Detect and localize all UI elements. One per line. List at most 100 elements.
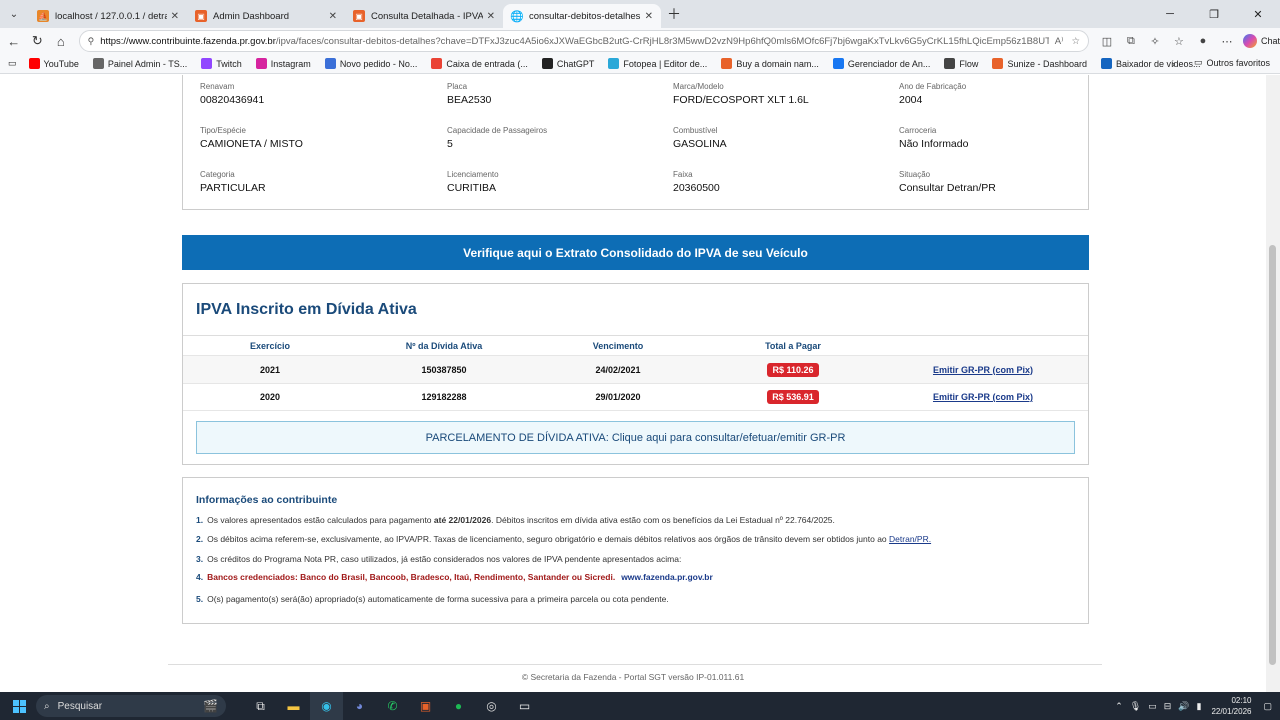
window-controls: ─ ❐ ✕	[1148, 0, 1280, 28]
cell-vencimento: 24/02/2021	[595, 364, 641, 375]
back-icon[interactable]: ←	[2, 34, 26, 49]
bookmarks-overflow-icon[interactable]: ›	[1172, 59, 1175, 69]
favorites-icon[interactable]: ☆	[1167, 35, 1191, 48]
chrome-icon[interactable]: ◎	[475, 692, 508, 720]
tab-title: Admin Dashboard	[213, 10, 290, 22]
bookmark-item[interactable]: Twitch	[201, 58, 242, 69]
bookmark-item[interactable]: Instagram	[255, 58, 311, 69]
new-tab-button[interactable]: ＋	[667, 4, 681, 24]
other-favorites[interactable]: ▭ Outros favoritos	[1194, 57, 1270, 68]
collections-icon[interactable]: ✧	[1143, 35, 1167, 48]
bookmark-item[interactable]: Buy a domain nam...	[721, 58, 819, 69]
bookmark-favicon-icon	[28, 58, 40, 69]
close-icon[interactable]: ✕	[329, 11, 337, 22]
detran-link[interactable]: Detran/PR.	[889, 534, 931, 544]
bookmark-favicon-icon	[1100, 58, 1112, 69]
bookmark-item[interactable]: Novo pedido - No...	[324, 58, 417, 69]
volume-icon[interactable]: 🔊	[1178, 701, 1189, 712]
close-icon[interactable]: ✕	[171, 11, 179, 22]
search-highlight-icon: 🎬	[203, 699, 218, 713]
tray-overflow-icon[interactable]: ⌃	[1115, 701, 1123, 712]
tab-admin-dashboard[interactable]: ▣ Admin Dashboard ✕	[187, 4, 345, 28]
more-menu-icon[interactable]: ⋯	[1215, 35, 1239, 48]
bookmark-item[interactable]: ChatGPT	[541, 58, 594, 69]
scrollbar-thumb[interactable]	[1269, 245, 1276, 665]
emitir-gr-pr-link[interactable]: Emitir GR-PR (com Pix)	[933, 365, 1033, 375]
close-icon[interactable]: ✕	[645, 11, 653, 22]
info-item-2: 2. Os débitos acima referem-se, exclusiva…	[196, 534, 932, 544]
minimize-icon[interactable]: ─	[1148, 8, 1192, 20]
cell-exercicio: 2021	[259, 364, 281, 375]
bookmark-item[interactable]: Caixa de entrada (...	[431, 58, 528, 69]
tab-consultar-debitos[interactable]: 🌐 consultar-debitos-detalhes.jsf ✕	[503, 4, 661, 28]
tab-title: Consulta Detalhada - IPVA	[371, 10, 483, 22]
info-text: Os créditos do Programa Nota PR, caso ut…	[207, 554, 682, 564]
clock-date: 22/01/2026	[1211, 707, 1252, 716]
emitir-gr-pr-link[interactable]: Emitir GR-PR (com Pix)	[933, 392, 1033, 402]
bookmark-favicon-icon	[721, 58, 733, 69]
xampp-icon[interactable]: ▣	[409, 692, 442, 720]
bookmark-item[interactable]: Flow	[944, 58, 978, 69]
profile-avatar-icon[interactable]: ●	[1191, 35, 1215, 47]
tab-localhost[interactable]: ⛵ localhost / 127.0.0.1 / detran_pr / ✕	[29, 4, 187, 28]
extrato-consolidado-button[interactable]: Verifique aqui o Extrato Consolidado do …	[182, 235, 1089, 270]
notification-icon[interactable]: ▢	[1263, 701, 1272, 712]
bookmark-item[interactable]: Fotopea | Editor de...	[608, 58, 707, 69]
vehicle-details-card: Renavam 00820436941 Placa BEA2530 Marca/Mode…	[182, 75, 1089, 210]
extensions-icon[interactable]: ⧉	[1119, 35, 1143, 48]
tab-list-chevron-icon[interactable]: ⌄	[3, 3, 25, 25]
field-value: GASOLINA	[673, 138, 727, 150]
copilot-chat-button[interactable]: Chat	[1242, 34, 1280, 48]
page-scrollbar[interactable]	[1266, 75, 1280, 692]
info-item-3: 3. Os créditos do Programa Nota PR, caso …	[196, 554, 682, 564]
task-view-icon[interactable]: ⧉	[244, 692, 277, 720]
table-header: Exercício Nº da Dívida Ativa Vencimento …	[183, 335, 1088, 355]
tab-consulta-detalhada[interactable]: ▣ Consulta Detalhada - IPVA ✕	[345, 4, 503, 28]
terminal-icon[interactable]: ▭	[508, 692, 541, 720]
discord-icon[interactable]: ◕	[343, 692, 376, 720]
bookmark-item[interactable]: Painel Admin - TS...	[92, 58, 188, 69]
copilot-icon	[1242, 34, 1257, 48]
read-aloud-icon[interactable]: A⁾	[1055, 36, 1064, 47]
bookmark-item[interactable]: Gerenciador de An...	[832, 58, 930, 69]
parcelamento-button[interactable]: PARCELAMENTO DE DÍVIDA ATIVA: Clique aqu…	[196, 421, 1075, 454]
page-content: Renavam 00820436941 Placa BEA2530 Marca/Mode…	[0, 75, 1266, 692]
bookmark-item[interactable]: YouTube	[28, 58, 79, 69]
edge-icon[interactable]: ◉	[310, 692, 343, 720]
taskbar-apps: ⧉ ▬ ◉ ◕ ✆ ▣ ● ◎ ▭	[244, 692, 541, 720]
clock[interactable]: 02:10 22/01/2026	[1211, 695, 1251, 717]
display-icon[interactable]: ▭	[1148, 701, 1157, 712]
url-path: /ipva/faces/consultar-debitos-detalhes?c…	[275, 35, 1049, 47]
home-icon[interactable]: ⌂	[49, 34, 73, 49]
bookmark-favicon-icon	[832, 58, 844, 69]
bookmark-label: Painel Admin - TS...	[107, 58, 188, 69]
battery-icon[interactable]: ▮	[1196, 701, 1201, 712]
network-icon[interactable]: ⊟	[1164, 701, 1172, 712]
vehicle-field: Combustível GASOLINA	[673, 126, 727, 150]
bookmark-item[interactable]: Sunize - Dashboard	[992, 58, 1087, 69]
favorite-star-icon[interactable]: ☆	[1071, 36, 1080, 47]
cell-acao: Emitir GR-PR (com Pix)	[913, 356, 1053, 383]
start-button[interactable]	[4, 699, 34, 713]
windows-logo-icon	[12, 699, 26, 713]
sidebar-toggle-icon[interactable]: ▭	[8, 58, 17, 69]
close-icon[interactable]: ✕	[487, 11, 495, 22]
fazenda-site-link[interactable]: www.fazenda.pr.gov.br	[621, 572, 713, 582]
field-label: Categoria	[200, 170, 235, 179]
microphone-icon[interactable]: 🎙	[1130, 701, 1141, 712]
refresh-icon[interactable]: ↻	[26, 33, 50, 49]
spotify-icon[interactable]: ●	[442, 692, 475, 720]
split-screen-icon[interactable]: ◫	[1095, 35, 1119, 48]
taskbar-search[interactable]: ⌕ Pesquisar 🎬	[36, 695, 226, 717]
field-label: Tipo/Espécie	[200, 126, 246, 135]
restore-icon[interactable]: ❐	[1192, 8, 1236, 21]
bookmark-item[interactable]: Baixador de vídeos...	[1100, 58, 1201, 69]
close-window-icon[interactable]: ✕	[1236, 8, 1280, 21]
header-numero: Nº da Dívida Ativa	[405, 340, 483, 351]
site-info-icon[interactable]: ⚲	[88, 36, 95, 47]
cell-vencimento: 29/01/2020	[595, 392, 641, 402]
url-host: https://www.contribuinte.fazenda.pr.gov.…	[100, 35, 276, 47]
whatsapp-icon[interactable]: ✆	[376, 692, 409, 720]
address-bar[interactable]: ⚲ https://www.contribuinte.fazenda.pr.go…	[78, 30, 1089, 52]
file-explorer-icon[interactable]: ▬	[277, 692, 310, 720]
